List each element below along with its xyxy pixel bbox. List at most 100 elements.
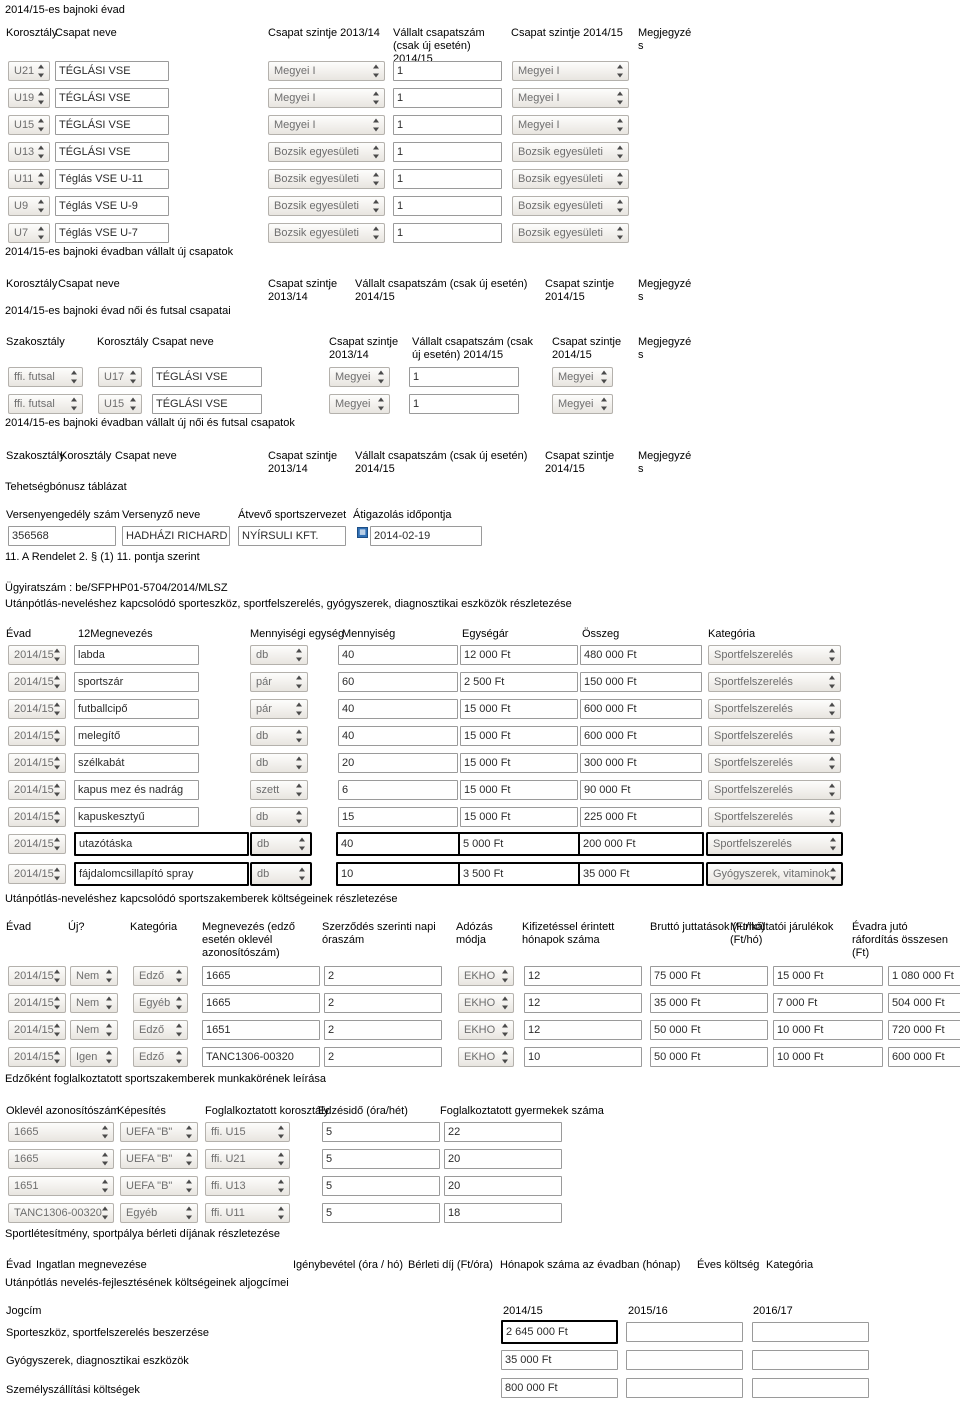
brutto-juttatasok-input[interactable]: 35 000 Ft <box>650 993 768 1013</box>
szint-1314-select[interactable]: Megyei <box>329 394 390 414</box>
megnevezes-input[interactable]: futballcipő <box>74 699 199 719</box>
edzesido-input[interactable]: 5 <box>322 1203 440 1223</box>
adozas-modja-select[interactable]: EKHO <box>458 1020 514 1040</box>
kategoria-select[interactable]: Sportfelszerelés <box>708 699 841 719</box>
kategoria-select[interactable]: Sportfelszerelés <box>708 726 841 746</box>
kategoria-select[interactable]: Sportfelszerelés <box>708 780 841 800</box>
vallalt-csapatszam-input[interactable]: 1 <box>393 196 502 216</box>
szint-1314-select[interactable]: Bozsik egyesületi <box>268 142 385 162</box>
evad-select[interactable]: 2014/15 <box>8 966 66 986</box>
adozas-modja-select[interactable]: EKHO <box>458 1047 514 1067</box>
korosztaly-select[interactable]: U9 <box>8 196 50 216</box>
egysegar-input[interactable]: 12 000 Ft <box>460 645 578 665</box>
foglalkoztatott-korosztaly-select[interactable]: ffi. U21 <box>205 1149 290 1169</box>
jogcim-amount-2014-15-input[interactable]: 2 645 000 Ft <box>501 1320 618 1344</box>
megnevezes-input[interactable]: kapuskesztyű <box>74 807 199 827</box>
oklevel-azonositoszam-select[interactable]: 1665 <box>8 1122 114 1142</box>
korosztaly-select[interactable]: U7 <box>8 223 50 243</box>
mennyisegi-egyseg-select[interactable]: pár <box>250 672 308 692</box>
evadra-juto-raforditas-input[interactable]: 600 000 Ft <box>888 1047 960 1067</box>
szint-1314-select[interactable]: Megyei I <box>268 88 385 108</box>
megnevezes-input[interactable]: sportszár <box>74 672 199 692</box>
mennyiseg-input[interactable]: 10 <box>336 862 460 886</box>
megnevezes-input[interactable]: 1665 <box>202 993 320 1013</box>
kepesites-select[interactable]: Egyéb <box>120 1203 198 1223</box>
csapat-neve-input[interactable]: TÉGLÁSI VSE <box>152 367 262 387</box>
szint-1415-select[interactable]: Megyei I <box>512 88 629 108</box>
mennyiseg-input[interactable]: 40 <box>338 645 458 665</box>
csapat-neve-input[interactable]: TÉGLÁSI VSE <box>152 394 262 414</box>
kategoria-select[interactable]: Sportfelszerelés <box>708 645 841 665</box>
osszeg-input[interactable]: 150 000 Ft <box>580 672 702 692</box>
vallalt-csapatszam-input[interactable]: 1 <box>409 394 519 414</box>
uj-select[interactable]: Nem <box>70 1020 118 1040</box>
honapok-szama-input[interactable]: 12 <box>524 993 642 1013</box>
kategoria-select[interactable]: Sportfelszerelés <box>708 672 841 692</box>
kategoria-select[interactable]: Edző <box>133 966 188 986</box>
evadra-juto-raforditas-input[interactable]: 1 080 000 Ft <box>888 966 960 986</box>
evad-select[interactable]: 2014/15 <box>8 645 66 665</box>
szint-1314-select[interactable]: Megyei I <box>268 115 385 135</box>
kepesites-select[interactable]: UEFA "B" <box>120 1176 198 1196</box>
evad-select[interactable]: 2014/15 <box>8 834 66 854</box>
korosztaly-select[interactable]: U11 <box>8 169 50 189</box>
szint-1415-select[interactable]: Bozsik egyesületi <box>512 223 629 243</box>
oraszam-input[interactable]: 2 <box>324 1020 442 1040</box>
jogcim-amount-2014-15-input[interactable]: 35 000 Ft <box>501 1350 618 1370</box>
csapat-neve-input[interactable]: TÉGLÁSI VSE <box>55 61 169 81</box>
oklevel-azonositoszam-select[interactable]: TANC1306-00320 <box>8 1203 114 1223</box>
mennyisegi-egyseg-select[interactable]: db <box>250 753 308 773</box>
szint-1314-select[interactable]: Megyei I <box>268 61 385 81</box>
kategoria-select[interactable]: Sportfelszerelés <box>708 753 841 773</box>
munkaltatoi-jarulekok-input[interactable]: 7 000 Ft <box>773 993 883 1013</box>
vallalt-csapatszam-input[interactable]: 1 <box>393 169 502 189</box>
kategoria-select[interactable]: Edző <box>133 1047 188 1067</box>
evadra-juto-raforditas-input[interactable]: 720 000 Ft <box>888 1020 960 1040</box>
megnevezes-input[interactable]: utazótáska <box>74 832 249 856</box>
versenyengedely-szam-input[interactable]: 356568 <box>8 526 116 546</box>
oraszam-input[interactable]: 2 <box>324 966 442 986</box>
korosztaly-select[interactable]: U21 <box>8 61 50 81</box>
mennyiseg-input[interactable]: 60 <box>338 672 458 692</box>
szint-1314-select[interactable]: Bozsik egyesületi <box>268 196 385 216</box>
korosztaly-select[interactable]: U15 <box>8 115 50 135</box>
evad-select[interactable]: 2014/15 <box>8 672 66 692</box>
evad-select[interactable]: 2014/15 <box>8 1020 66 1040</box>
foglalkoztatott-korosztaly-select[interactable]: ffi. U15 <box>205 1122 290 1142</box>
kategoria-select[interactable]: Edző <box>133 1020 188 1040</box>
oklevel-azonositoszam-select[interactable]: 1651 <box>8 1176 114 1196</box>
mennyisegi-egyseg-select[interactable]: pár <box>250 699 308 719</box>
csapat-neve-input[interactable]: Téglás VSE U-9 <box>55 196 169 216</box>
szint-1415-select[interactable]: Megyei I <box>512 115 629 135</box>
szint-1314-select[interactable]: Bozsik egyesületi <box>268 223 385 243</box>
megnevezes-input[interactable]: TANC1306-00320 <box>202 1047 320 1067</box>
honapok-szama-input[interactable]: 12 <box>524 1020 642 1040</box>
vallalt-csapatszam-input[interactable]: 1 <box>393 115 502 135</box>
jogcim-amount-2014-15-input[interactable]: 800 000 Ft <box>501 1378 618 1398</box>
megnevezes-input[interactable]: labda <box>74 645 199 665</box>
gyermekek-szama-input[interactable]: 22 <box>444 1122 562 1142</box>
megnevezes-input[interactable]: 1665 <box>202 966 320 986</box>
csapat-neve-input[interactable]: Téglás VSE U-11 <box>55 169 169 189</box>
megnevezes-input[interactable]: fájdalomcsillapító spray <box>74 862 249 886</box>
egysegar-input[interactable]: 15 000 Ft <box>460 753 578 773</box>
honapok-szama-input[interactable]: 12 <box>524 966 642 986</box>
szint-1415-select[interactable]: Bozsik egyesületi <box>512 142 629 162</box>
munkaltatoi-jarulekok-input[interactable]: 10 000 Ft <box>773 1047 883 1067</box>
uj-select[interactable]: Igen <box>70 1047 118 1067</box>
evad-select[interactable]: 2014/15 <box>8 780 66 800</box>
foglalkoztatott-korosztaly-select[interactable]: ffi. U13 <box>205 1176 290 1196</box>
csapat-neve-input[interactable]: TÉGLÁSI VSE <box>55 88 169 108</box>
versenyzo-neve-input[interactable]: HADHÁZI RICHARD JÓ <box>122 526 230 546</box>
atigazolas-idopontja-input[interactable]: 2014-02-19 <box>370 526 482 546</box>
vallalt-csapatszam-input[interactable]: 1 <box>393 88 502 108</box>
oklevel-azonositoszam-select[interactable]: 1665 <box>8 1149 114 1169</box>
mennyiseg-input[interactable]: 40 <box>336 832 460 856</box>
egysegar-input[interactable]: 5 000 Ft <box>458 832 580 856</box>
mennyisegi-egyseg-select[interactable]: db <box>250 726 308 746</box>
evad-select[interactable]: 2014/15 <box>8 753 66 773</box>
mennyisegi-egyseg-select[interactable]: db <box>250 832 312 856</box>
evad-select[interactable]: 2014/15 <box>8 993 66 1013</box>
egysegar-input[interactable]: 15 000 Ft <box>460 726 578 746</box>
evad-select[interactable]: 2014/15 <box>8 699 66 719</box>
